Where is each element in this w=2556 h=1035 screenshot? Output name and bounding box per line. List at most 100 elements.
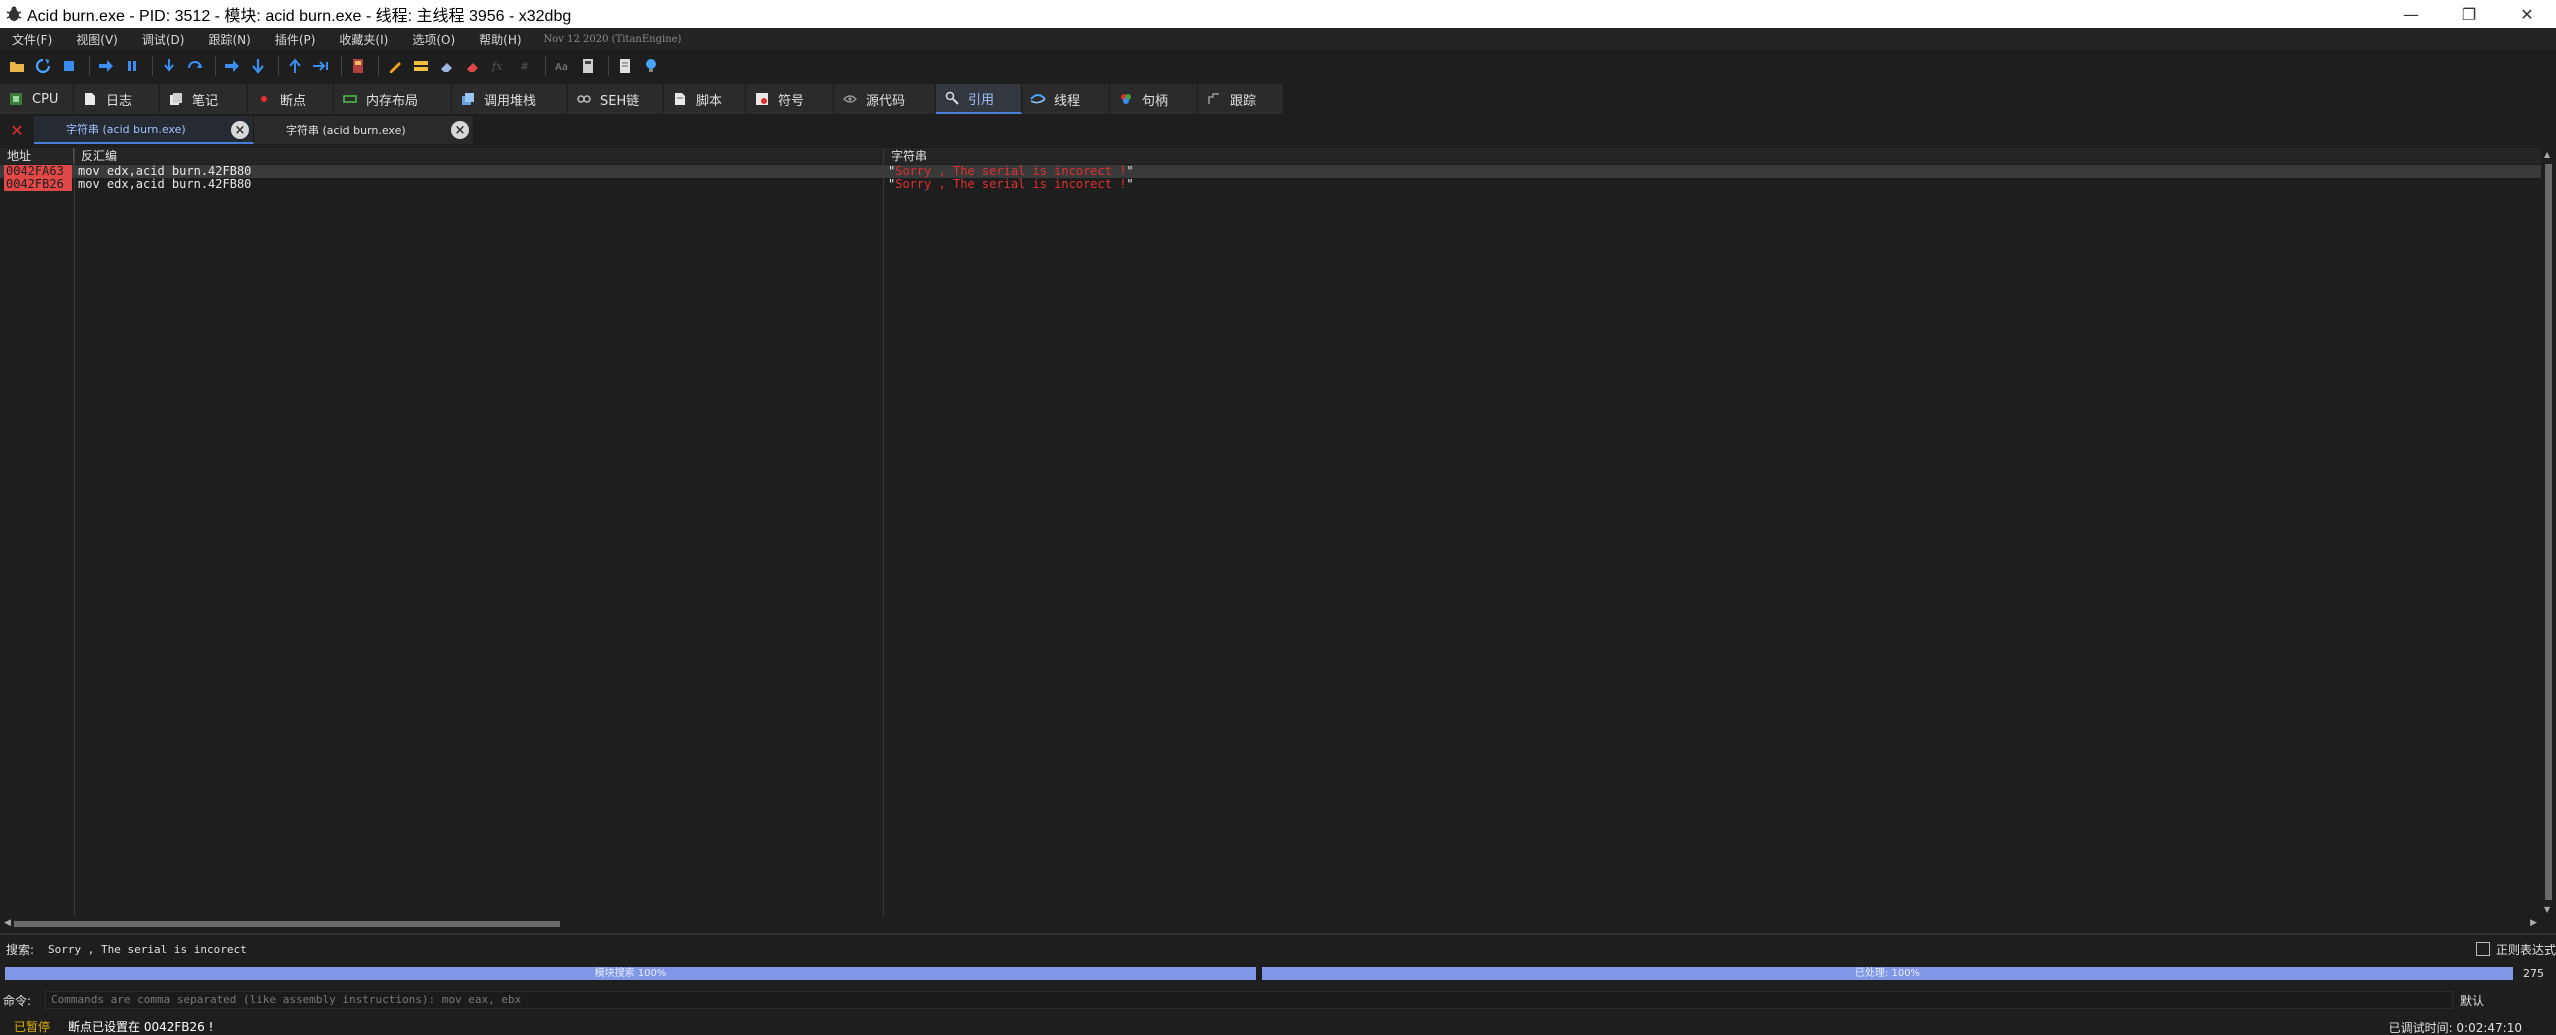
tab-label: 内存布局	[366, 93, 419, 109]
references-table: 地址 反汇编 字符串 0042FA63 mov edx,acid burn.42…	[0, 148, 2556, 916]
menu-debug[interactable]: 调试(D)	[130, 31, 197, 48]
menu-bar: 文件(F) 视图(V) 调试(D) 跟踪(N) 插件(P) 收藏夹(I) 选项(…	[0, 28, 2556, 50]
subtab-strings-2[interactable]: 字符串 (acid burn.exe) ×	[254, 116, 474, 144]
scroll-thumb[interactable]	[14, 921, 560, 927]
total-progress-bar: 已处理: 100%	[1262, 967, 2513, 980]
menu-file[interactable]: 文件(F)	[0, 31, 64, 48]
result-count: 275	[2523, 967, 2544, 980]
notes-icon[interactable]	[614, 55, 636, 77]
tab-label: 脚本	[696, 93, 723, 109]
breakpoint-icon	[256, 91, 272, 107]
open-icon[interactable]	[6, 55, 28, 77]
calculator-icon[interactable]	[577, 55, 599, 77]
scroll-up-icon[interactable]: ▲	[2544, 150, 2550, 159]
tab-script[interactable]: 脚本	[664, 84, 746, 114]
horizontal-scrollbar[interactable]: ◀ ▶	[0, 916, 2541, 931]
stop-icon[interactable]	[58, 55, 80, 77]
trace-into-icon[interactable]	[221, 55, 243, 77]
notes-icon	[168, 91, 184, 107]
step-over-icon[interactable]	[184, 55, 206, 77]
function-icon[interactable]: fx	[488, 55, 510, 77]
subtab-label: 字符串 (acid burn.exe)	[66, 123, 186, 136]
table-row[interactable]: 0042FA63 mov edx,acid burn.42FB80 "Sorry…	[0, 165, 2541, 178]
bug-icon	[3, 3, 25, 25]
table-row[interactable]: 0042FB26 mov edx,acid burn.42FB80 "Sorry…	[0, 178, 2541, 191]
toolbar-separator	[278, 56, 279, 76]
threads-icon	[1030, 91, 1046, 107]
command-default-dropdown[interactable]: 默认	[2460, 992, 2484, 1009]
search-label: 搜索:	[6, 942, 35, 957]
close-icon[interactable]: ×	[231, 121, 249, 139]
tab-source[interactable]: 源代码	[834, 84, 936, 114]
tab-label: 线程	[1054, 93, 1081, 109]
minimize-button[interactable]: —	[2382, 0, 2440, 28]
column-header-address[interactable]: 地址	[0, 148, 74, 164]
status-message: 断点已设置在 0042FB26 !	[68, 1019, 214, 1034]
pause-icon[interactable]	[121, 55, 143, 77]
bulb-icon[interactable]	[640, 55, 662, 77]
tab-log[interactable]: 日志	[74, 84, 160, 114]
menu-options[interactable]: 选项(O)	[400, 31, 467, 48]
tab-seh[interactable]: SEH链	[568, 84, 664, 114]
menu-trace[interactable]: 跟踪(N)	[196, 31, 262, 48]
tab-label: 日志	[106, 93, 133, 109]
vertical-scrollbar[interactable]: ▲ ▼	[2541, 148, 2556, 916]
toolbar-separator	[608, 56, 609, 76]
source-icon	[842, 91, 858, 107]
erase-icon[interactable]	[436, 55, 458, 77]
close-all-icon[interactable]: ✕	[0, 116, 34, 144]
symbols-icon	[754, 91, 770, 107]
close-icon[interactable]: ×	[451, 121, 469, 139]
scroll-left-icon[interactable]: ◀	[4, 918, 11, 928]
scroll-thumb[interactable]	[2545, 164, 2552, 900]
patch-icon[interactable]	[384, 55, 406, 77]
eraser-icon[interactable]	[462, 55, 484, 77]
row-string-text: Sorry , The serial is incorect !	[895, 164, 1127, 178]
scylla-icon[interactable]	[347, 55, 369, 77]
row-disassembly: mov edx,acid burn.42FB80	[78, 177, 252, 191]
tab-call-stack[interactable]: 调用堆栈	[452, 84, 568, 114]
menu-view[interactable]: 视图(V)	[64, 31, 130, 48]
tab-handles[interactable]: 句柄	[1110, 84, 1198, 114]
restore-button[interactable]: ❐	[2440, 0, 2498, 28]
svg-text:Aa: Aa	[555, 62, 568, 73]
tab-breakpoints[interactable]: 断点	[248, 84, 334, 114]
tab-threads[interactable]: 线程	[1022, 84, 1110, 114]
menu-favourites[interactable]: 收藏夹(I)	[327, 31, 400, 48]
highlight-icon[interactable]	[410, 55, 432, 77]
execute-till-return-icon[interactable]	[284, 55, 306, 77]
toolbar-separator	[152, 56, 153, 76]
run-to-user-code-icon[interactable]	[310, 55, 332, 77]
tab-notes[interactable]: 笔记	[160, 84, 248, 114]
menu-help[interactable]: 帮助(H)	[467, 31, 533, 48]
close-button[interactable]: ✕	[2498, 0, 2556, 28]
run-icon[interactable]	[95, 55, 117, 77]
menu-plugins[interactable]: 插件(P)	[263, 31, 328, 48]
tab-memory-map[interactable]: 内存布局	[334, 84, 452, 114]
tab-label: 句柄	[1142, 93, 1169, 109]
trace-over-icon[interactable]	[247, 55, 269, 77]
debug-time: 已调试时间: 0:02:47:10	[2388, 1021, 2522, 1035]
search-input[interactable]: Sorry , The serial is incorect	[48, 943, 247, 956]
tab-cpu[interactable]: CPU	[0, 84, 74, 114]
subtab-strings-1[interactable]: 字符串 (acid burn.exe) ×	[34, 116, 254, 144]
command-input[interactable]: Commands are comma separated (like assem…	[45, 991, 2453, 1009]
svg-text:#: #	[520, 60, 529, 73]
regex-checkbox[interactable]	[2475, 942, 2490, 956]
restart-icon[interactable]	[32, 55, 54, 77]
scroll-right-icon[interactable]: ▶	[2530, 918, 2537, 928]
regex-option[interactable]: 正则表达式	[2475, 939, 2556, 959]
column-header-string[interactable]: 字符串	[884, 148, 2541, 164]
trace-icon	[1206, 91, 1222, 107]
hash-icon[interactable]: #	[514, 55, 536, 77]
step-into-icon[interactable]	[158, 55, 180, 77]
tab-references[interactable]: 引用	[936, 84, 1022, 114]
scroll-down-icon[interactable]: ▼	[2544, 905, 2550, 914]
font-icon[interactable]: Aa	[551, 55, 573, 77]
tab-symbols[interactable]: 符号	[746, 84, 834, 114]
tab-label: 引用	[968, 92, 995, 108]
script-icon	[672, 91, 688, 107]
handles-icon	[1118, 91, 1134, 107]
column-header-disassembly[interactable]: 反汇编	[74, 148, 884, 164]
tab-trace[interactable]: 跟踪	[1198, 84, 1284, 114]
